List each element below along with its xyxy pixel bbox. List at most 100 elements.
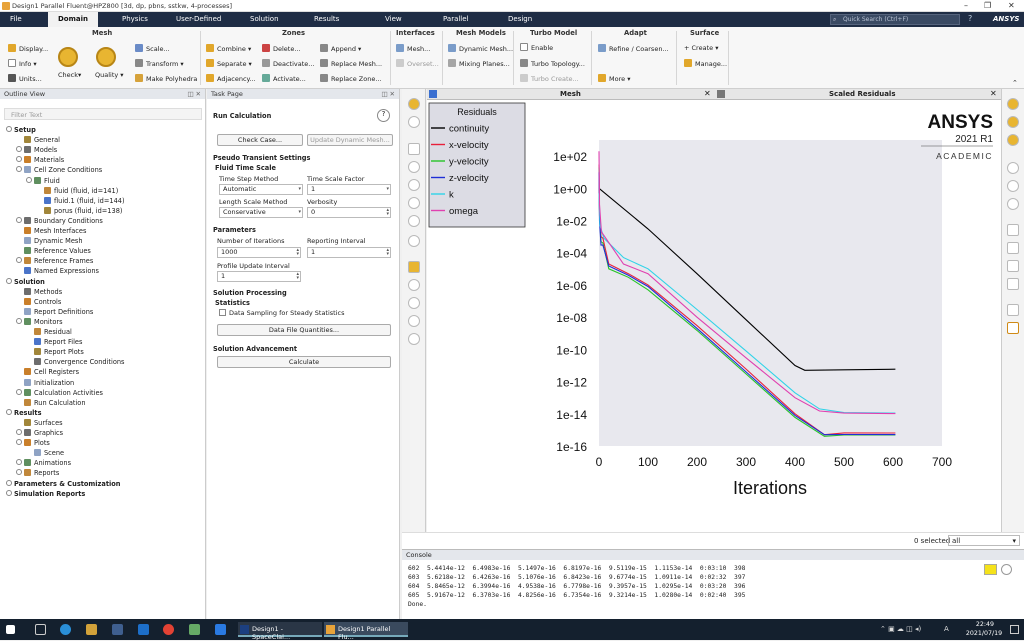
file-explorer-icon[interactable] — [86, 624, 97, 635]
ime-indicator[interactable]: A — [944, 625, 949, 633]
notification-icon[interactable] — [1010, 625, 1019, 634]
zoom-icon[interactable] — [408, 197, 420, 209]
edge-icon[interactable] — [60, 624, 71, 635]
tree-item[interactable]: Convergence Conditions — [26, 358, 124, 366]
help-icon[interactable]: ? — [377, 109, 390, 122]
reporting-interval-input[interactable]: 1 ▴ ▾ — [307, 247, 391, 258]
data-sampling-checkbox[interactable]: Data Sampling for Steady Statistics — [219, 309, 345, 317]
windows-start-icon[interactable] — [6, 625, 15, 634]
tree-item[interactable]: porus (fluid, id=138) — [36, 206, 122, 215]
check-button[interactable]: Check▾ — [58, 71, 81, 79]
turbo-create-button[interactable]: Turbo Create... — [520, 74, 579, 83]
tree-item[interactable]: Models — [16, 146, 57, 154]
tree-item[interactable]: Plots — [16, 439, 50, 447]
expand-icon[interactable] — [16, 388, 22, 395]
pointer-icon[interactable] — [408, 143, 420, 155]
tree-item[interactable]: Setup — [6, 126, 36, 134]
clock-time[interactable]: 22:49 — [968, 621, 1002, 628]
axes-icon[interactable] — [408, 333, 420, 345]
help-icon[interactable]: ? — [968, 14, 972, 23]
expand-icon[interactable] — [16, 166, 22, 173]
quality-icon[interactable] — [96, 47, 116, 67]
tab-domain[interactable]: Domain — [48, 12, 99, 27]
zoom-out-icon[interactable] — [408, 297, 420, 309]
minimize-icon[interactable]: – — [964, 1, 968, 10]
tree-item[interactable]: Fluid — [26, 176, 60, 185]
check-case-button[interactable]: Check Case... — [217, 134, 303, 146]
expand-icon[interactable] — [26, 176, 32, 183]
probe-icon[interactable] — [408, 235, 420, 247]
length-scale-method-select[interactable]: Conservative ▾ — [219, 207, 303, 218]
tree-item[interactable]: Results — [6, 408, 42, 417]
expand-icon[interactable] — [16, 317, 22, 324]
clock-date[interactable]: 2021/07/19 — [960, 630, 1008, 637]
mail-icon[interactable] — [138, 624, 149, 635]
refine-coarsen-button[interactable]: Refine / Coarsen... — [598, 44, 669, 53]
tree-item[interactable]: Controls — [16, 297, 61, 306]
tree-item[interactable]: Reports — [16, 469, 59, 477]
adjacency-button[interactable]: Adjacency... — [206, 74, 256, 83]
tab-file[interactable]: File — [10, 15, 22, 23]
turbo-enable-checkbox[interactable]: Enable — [520, 43, 553, 52]
tab-view[interactable]: View — [385, 15, 402, 23]
replace-zone-button[interactable]: Replace Zone... — [320, 74, 382, 83]
display-button[interactable]: Display... — [8, 44, 48, 53]
taskbar-app-spaceclaim[interactable]: Design1 - SpaceClai... — [238, 622, 322, 641]
tab-mesh[interactable]: Mesh — [560, 90, 581, 98]
tree-item[interactable]: Report Plots — [26, 348, 84, 356]
taskbar-app-fluent[interactable]: Design1 Parallel Flu... — [324, 622, 408, 641]
tree-item[interactable]: Cell Zone Conditions — [16, 166, 102, 174]
interfaces-mesh-button[interactable]: Mesh... — [396, 44, 430, 53]
tree-item[interactable]: Run Calculation — [16, 398, 86, 407]
warning-icon[interactable] — [984, 564, 997, 575]
time-scale-factor-input[interactable]: 1 ▾ — [307, 184, 391, 195]
tree-item[interactable]: Solution — [6, 277, 45, 286]
data-file-quantities-button[interactable]: Data File Quantities... — [217, 324, 391, 336]
console-panel[interactable]: Console 602 5.4414e-12 6.4983e-16 5.1497… — [402, 549, 1024, 619]
copy-icon[interactable] — [1007, 304, 1019, 316]
tree-item[interactable]: Residual — [26, 328, 72, 336]
expand-icon[interactable] — [16, 429, 22, 435]
overset-button[interactable]: Overset... — [396, 59, 439, 68]
dynamic-mesh-button[interactable]: Dynamic Mesh... — [448, 44, 513, 53]
scale-button[interactable]: Scale... — [135, 44, 170, 53]
selection-filter-select[interactable]: all ▾ — [948, 535, 1020, 546]
app-icon[interactable] — [189, 624, 200, 635]
expand-icon[interactable] — [6, 408, 12, 415]
mixing-planes-button[interactable]: Mixing Planes... — [448, 59, 510, 68]
chrome-icon[interactable] — [163, 624, 174, 635]
tree-item[interactable]: fluid.1 (fluid, id=144) — [36, 196, 125, 205]
tree-item[interactable]: Reference Frames — [16, 257, 93, 265]
close-icon[interactable]: ✕ — [1008, 1, 1015, 10]
tab-scaled-residuals[interactable]: Scaled Residuals — [829, 90, 896, 98]
turbo-topology-button[interactable]: Turbo Topology... — [520, 59, 585, 68]
view-icon[interactable] — [408, 116, 420, 128]
plot-icon[interactable] — [1007, 224, 1019, 236]
replace-mesh-button[interactable]: Replace Mesh... — [320, 59, 382, 68]
expand-icon[interactable] — [16, 439, 22, 446]
expand-icon[interactable] — [16, 146, 22, 153]
view-side-icon[interactable] — [1007, 116, 1019, 128]
tree-item[interactable]: Mesh Interfaces — [16, 227, 86, 235]
tree-item[interactable]: Named Expressions — [16, 267, 99, 275]
units-button[interactable]: Units... — [8, 74, 42, 83]
expand-icon[interactable] — [6, 126, 12, 132]
deactivate-button[interactable]: Deactivate... — [262, 59, 315, 68]
pan-icon[interactable] — [408, 179, 420, 191]
verbosity-input[interactable]: 0 ▴ ▾ — [307, 207, 391, 218]
tab-physics[interactable]: Physics — [122, 15, 148, 23]
transform-button[interactable]: Transform ▾ — [135, 59, 184, 68]
tree-item[interactable]: Materials — [16, 156, 64, 164]
quality-button[interactable]: Quality ▾ — [95, 71, 124, 79]
tree-item[interactable]: Monitors — [16, 317, 63, 326]
store-icon[interactable] — [112, 624, 123, 635]
close-mesh-tab-icon[interactable]: ✕ — [704, 89, 711, 98]
calculate-button[interactable]: Calculate — [217, 356, 391, 368]
light-icon[interactable] — [1007, 180, 1019, 192]
tree-item[interactable]: Dynamic Mesh — [16, 237, 83, 245]
tree-item[interactable]: General — [16, 136, 60, 144]
close-residuals-tab-icon[interactable]: ✕ — [990, 89, 997, 98]
surface-manage-button[interactable]: Manage... — [684, 59, 727, 68]
tree-item[interactable]: Surfaces — [16, 418, 63, 427]
record-icon[interactable] — [1007, 322, 1019, 334]
